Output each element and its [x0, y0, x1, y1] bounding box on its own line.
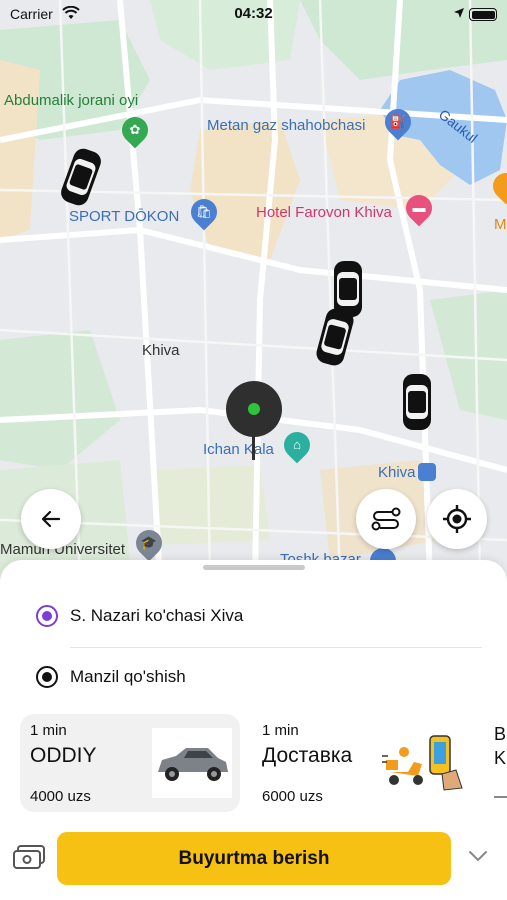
destination-address-row[interactable]: Manzil qo'shish	[36, 662, 186, 692]
tariff-eta: 1 min	[30, 722, 67, 739]
address-divider	[70, 647, 482, 648]
tariff-subname: K	[494, 748, 507, 768]
taxi-car-icon	[403, 374, 431, 430]
landmark-pin-icon[interactable]: ⌂	[278, 426, 316, 464]
order-bottom-sheet: S. Nazari ko'chasi Xiva Manzil qo'shish …	[0, 560, 507, 900]
destination-address: Manzil qo'shish	[70, 667, 186, 686]
sedan-car-icon	[152, 728, 232, 798]
chevron-down-icon[interactable]	[467, 849, 489, 863]
sheet-drag-handle[interactable]	[203, 565, 305, 570]
clock: 04:32	[234, 5, 273, 22]
back-button[interactable]	[21, 489, 81, 549]
payment-cash-icon[interactable]	[12, 844, 46, 870]
station-icon[interactable]	[418, 463, 436, 481]
map-label-hotel: Hotel Farovon Khiva	[256, 204, 392, 221]
battery-icon	[469, 8, 497, 21]
destination-radio-icon	[36, 666, 58, 688]
map-label-shop: SPORT DŌKON	[69, 208, 180, 225]
shop-pin-icon[interactable]: 🛍	[185, 193, 223, 231]
order-button[interactable]: Buyurtma berish	[57, 832, 451, 885]
map-label-city: Khiva	[142, 342, 180, 359]
tariff-eta: 1 min	[262, 722, 299, 739]
tariff-name: Доставка	[262, 744, 353, 767]
pickup-address-row[interactable]: S. Nazari ko'chasi Xiva	[36, 601, 243, 631]
park-pin-icon[interactable]: ✿	[116, 111, 154, 149]
pickup-radio-icon	[36, 605, 58, 627]
my-location-button[interactable]	[427, 489, 487, 549]
map-label-edge: M	[494, 216, 507, 233]
university-pin-icon[interactable]: 🎓	[130, 524, 168, 562]
tariff-card-dostavka[interactable]: 1 min Доставка 6000 uzs	[252, 714, 472, 812]
hotel-pin-icon[interactable]: ▬	[400, 189, 438, 227]
map-label-landmark: Ichan Kala	[203, 441, 274, 458]
map-view[interactable]: Abdumalik jorani oyi ✿ Metan gaz shahobc…	[0, 0, 507, 580]
arrow-left-icon	[41, 510, 61, 528]
tariff-price: 4000 uzs	[30, 788, 91, 805]
route-icon	[371, 507, 401, 531]
status-bar: Carrier 04:32	[0, 0, 507, 30]
tariff-card-next[interactable]: B K —	[484, 714, 507, 812]
crosshair-icon	[443, 505, 471, 533]
map-label-station: Khiva	[378, 464, 416, 481]
pickup-pin-stem	[252, 436, 255, 460]
route-button[interactable]	[356, 489, 416, 549]
pickup-pin-icon	[226, 381, 282, 437]
map-background	[0, 0, 507, 580]
location-arrow-icon	[454, 8, 464, 18]
map-label-park: Abdumalik jorani oyi	[4, 92, 139, 109]
tariff-name: B	[494, 724, 507, 744]
map-label-gas-station: Metan gaz shahobchasi	[207, 117, 366, 134]
pickup-address: S. Nazari ko'chasi Xiva	[70, 606, 244, 625]
tariff-name: ODDIY	[30, 744, 97, 767]
tariff-price: 6000 uzs	[262, 788, 323, 805]
tariff-card-oddiy[interactable]: 1 min ODDIY 4000 uzs	[20, 714, 240, 812]
delivery-scooter-icon	[382, 735, 463, 791]
tariff-price: —	[494, 788, 507, 805]
gas-station-pin-icon[interactable]: ⛽	[379, 103, 417, 141]
